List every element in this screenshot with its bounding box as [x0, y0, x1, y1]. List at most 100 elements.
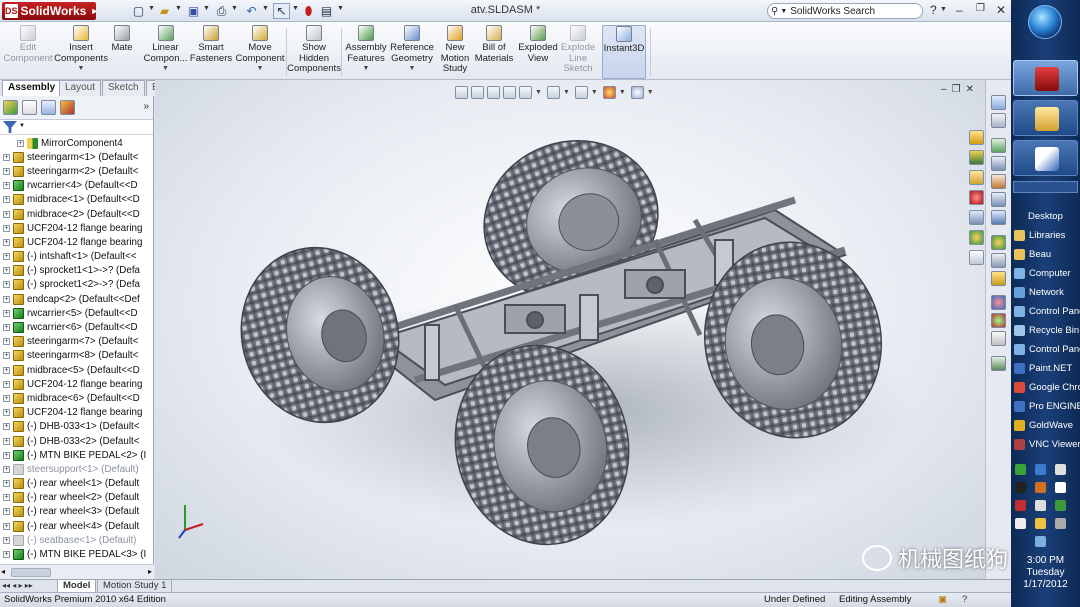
rebuild-status-icon[interactable]: ▣	[938, 593, 947, 607]
appearance-dropdown-icon[interactable]: ▼	[619, 89, 626, 96]
expand-icon[interactable]: +	[3, 182, 10, 190]
tree-item[interactable]: + (-) DHB-033<2> (Default<	[0, 434, 154, 448]
expand-icon[interactable]: +	[3, 267, 10, 275]
expand-icon[interactable]: +	[3, 451, 10, 459]
tray-icon-9[interactable]	[1055, 500, 1066, 511]
task-pane-icon-3[interactable]	[991, 138, 1006, 153]
expand-icon[interactable]: +	[3, 394, 10, 402]
tray-icon-3[interactable]	[1055, 464, 1066, 475]
cmd-show-hidden-button[interactable]: Show Hidden Components	[287, 25, 341, 79]
property-manager-tab-icon[interactable]	[22, 100, 37, 115]
expand-icon[interactable]: +	[3, 281, 10, 289]
scroll-left-icon[interactable]: ◂	[1, 567, 5, 576]
tree-item[interactable]: + (-) DHB-033<1> (Default<	[0, 420, 154, 434]
desktop-item[interactable]: Control Pane	[1011, 340, 1080, 359]
expand-icon[interactable]: +	[3, 551, 10, 559]
task-pane-icon-12[interactable]	[991, 313, 1006, 328]
dropdown-arrow-icon[interactable]: ▼	[162, 64, 169, 75]
network-icon[interactable]	[1035, 536, 1046, 547]
tree-item[interactable]: + rwcarrier<6> (Default<<D	[0, 320, 154, 334]
tray-icon-10[interactable]	[1015, 518, 1026, 529]
expand-icon[interactable]: +	[3, 153, 10, 161]
tree-item[interactable]: + UCF204-12 flange bearing	[0, 221, 154, 235]
expand-icon[interactable]: +	[3, 508, 10, 516]
cmd-move-component-button[interactable]: Move Component ▼	[235, 25, 285, 79]
expand-icon[interactable]: +	[3, 480, 10, 488]
expand-icon[interactable]: +	[3, 196, 10, 204]
tray-icon-11[interactable]	[1035, 518, 1046, 529]
tray-icon-4[interactable]	[1015, 482, 1026, 493]
close-icon[interactable]: ✕	[996, 3, 1006, 17]
tree-item[interactable]: + rwcarrier<5> (Default<<D	[0, 306, 154, 320]
scene-dropdown-icon[interactable]: ▼	[647, 89, 654, 96]
desktop-item[interactable]: Paint.NET	[1011, 359, 1080, 378]
task-pane-icon-5[interactable]	[991, 174, 1006, 189]
cmd-insert-components-button[interactable]: Insert Components ▼	[54, 25, 108, 79]
scroll-thumb[interactable]	[11, 568, 51, 577]
task-pane-icon-1[interactable]	[991, 95, 1006, 110]
desktop-item[interactable]: Recycle Bin	[1011, 321, 1080, 340]
tree-item[interactable]: + midbrace<6> (Default<<D	[0, 391, 154, 405]
tree-item[interactable]: + steeringarm<8> (Default<	[0, 349, 154, 363]
help-dropdown-icon[interactable]: ▼	[940, 6, 947, 13]
hide-show-dropdown-icon[interactable]: ▼	[591, 89, 598, 96]
tree-item[interactable]: + (-) sprocket1<1>->? (Defa	[0, 264, 154, 278]
tray-icon-1[interactable]	[1015, 464, 1026, 475]
expand-icon[interactable]: +	[3, 238, 10, 246]
task-pane-icon-8[interactable]	[991, 235, 1006, 250]
expand-icon[interactable]: +	[3, 224, 10, 232]
expand-icon[interactable]: +	[3, 380, 10, 388]
expand-icon[interactable]: +	[3, 352, 10, 360]
tree-item[interactable]: + (-) rear wheel<3> (Default	[0, 505, 154, 519]
expand-icon[interactable]: +	[3, 309, 10, 317]
edit-appearance-icon[interactable]	[602, 85, 616, 99]
design-library-icon[interactable]	[969, 150, 984, 165]
task-pane-icon-11[interactable]	[991, 295, 1006, 310]
expand-icon[interactable]: +	[3, 423, 10, 431]
tree-item[interactable]: + (-) intshaft<1> (Default<<	[0, 250, 154, 264]
expand-icon[interactable]: +	[3, 167, 10, 175]
feature-manager-tab-icon[interactable]	[3, 100, 18, 115]
desktop-item[interactable]: Computer	[1011, 264, 1080, 283]
solidworks-search-input[interactable]: ⚲ ▼ SolidWorks Search	[767, 3, 923, 19]
cmd-edit-component-button[interactable]: Edit Component	[3, 25, 53, 79]
cmd-linear-pattern-button[interactable]: Linear Compon... ▼	[143, 25, 188, 79]
dropdown-arrow-icon[interactable]: ▼	[78, 64, 85, 75]
tray-icon-5[interactable]	[1035, 482, 1046, 493]
desktop-item[interactable]: Libraries	[1011, 226, 1080, 245]
configuration-manager-tab-icon[interactable]	[41, 100, 56, 115]
tree-item[interactable]: + (-) rear wheel<4> (Default	[0, 519, 154, 533]
tree-item[interactable]: + steersupport<1> (Default)	[0, 462, 154, 476]
tree-item[interactable]: + (-) sprocket1<2>->? (Defa	[0, 278, 154, 292]
apply-scene-icon[interactable]	[630, 85, 644, 99]
task-pane-icon-14[interactable]	[991, 356, 1006, 371]
viewport-window-controls[interactable]: –❐✕	[941, 84, 979, 95]
hide-show-items-icon[interactable]	[574, 85, 588, 99]
taskbar-app-button[interactable]	[1013, 140, 1078, 176]
tray-icon-2[interactable]	[1035, 464, 1046, 475]
expand-icon[interactable]: +	[3, 295, 10, 303]
tray-icon-8[interactable]	[1035, 500, 1046, 511]
cmd-reference-geometry-button[interactable]: Reference Geometry ▼	[390, 25, 434, 79]
cmd-assembly-features-button[interactable]: Assembly Features ▼	[345, 25, 387, 79]
tree-item[interactable]: + midbrace<1> (Default<<D	[0, 193, 154, 207]
filter-dropdown-icon[interactable]: ▼	[19, 123, 25, 129]
tree-item[interactable]: + (-) MTN BIKE PEDAL<3> (I	[0, 547, 154, 561]
tab-assembly[interactable]: Assembly	[2, 80, 62, 96]
minimize-icon[interactable]: –	[956, 3, 963, 17]
expand-icon[interactable]: +	[3, 409, 10, 417]
dropdown-arrow-icon[interactable]: ▼	[363, 64, 370, 75]
scroll-right-icon[interactable]: ▸	[148, 567, 152, 576]
expand-icon[interactable]: +	[3, 536, 10, 544]
expand-panel-icon[interactable]: »	[143, 101, 149, 112]
custom-properties-icon[interactable]	[969, 250, 984, 265]
task-pane-icon-7[interactable]	[991, 210, 1006, 225]
desktop-item[interactable]: Pro ENGINE	[1011, 397, 1080, 416]
atv-assembly-model[interactable]	[155, 80, 985, 579]
expand-icon[interactable]: +	[3, 210, 10, 218]
tree-item[interactable]: + midbrace<2> (Default<<D	[0, 207, 154, 221]
tree-item[interactable]: + MirrorComponent4	[0, 136, 154, 150]
desktop-item[interactable]: Google Chro	[1011, 378, 1080, 397]
expand-icon[interactable]: +	[3, 494, 10, 502]
task-pane-icon-13[interactable]	[991, 331, 1006, 346]
